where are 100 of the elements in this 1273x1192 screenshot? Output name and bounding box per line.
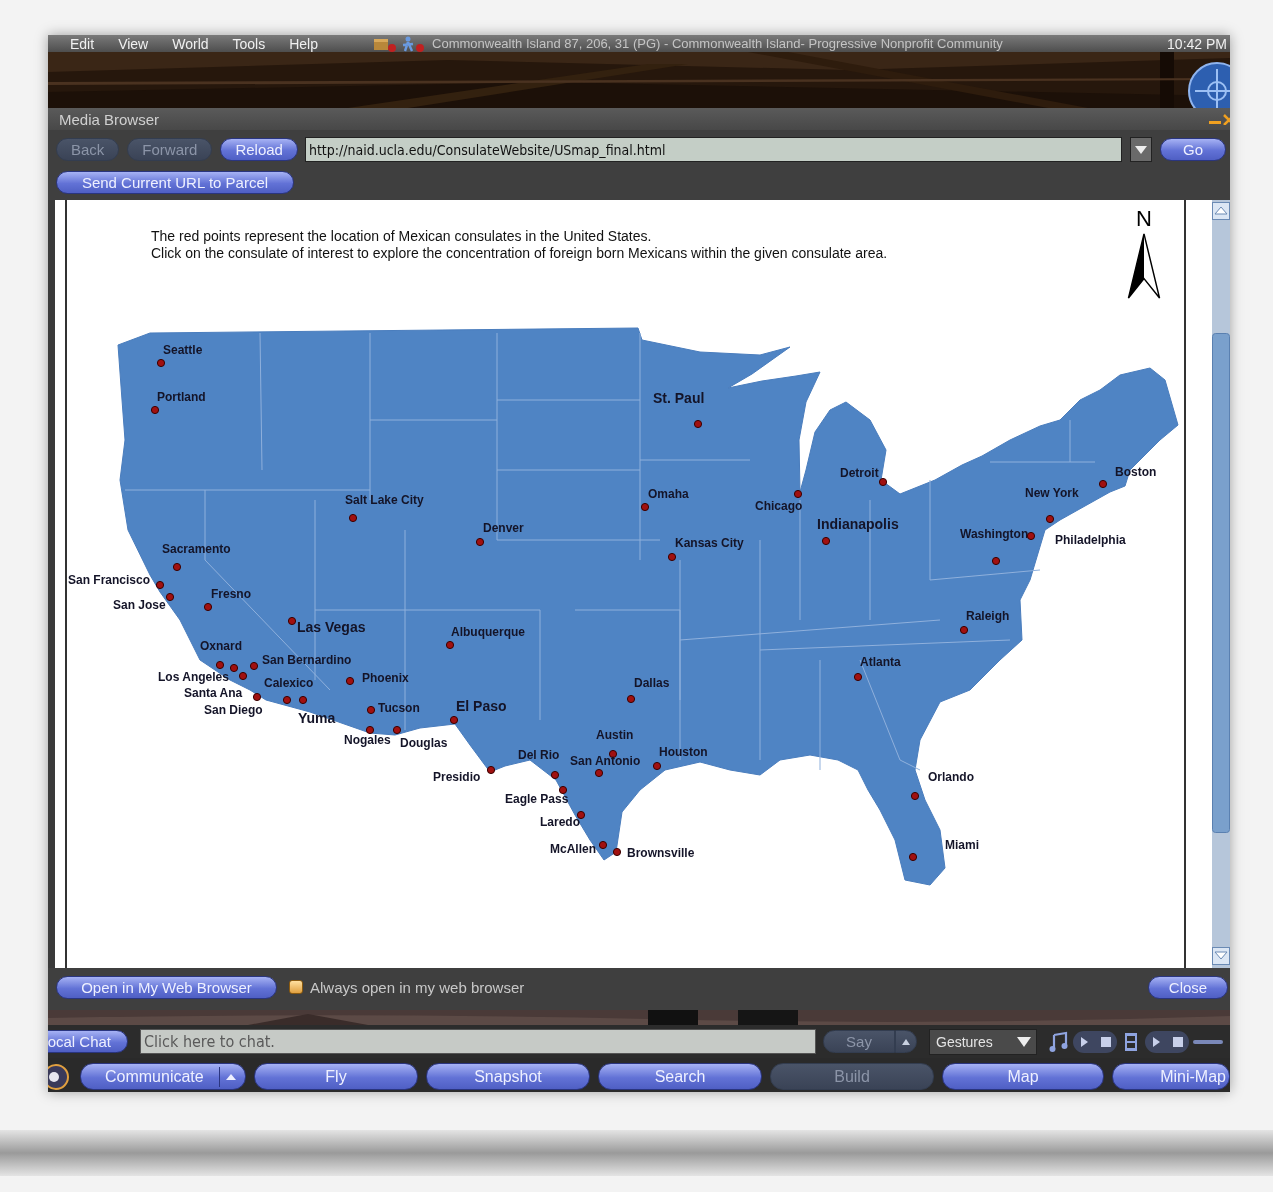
url-field[interactable]: http://naid.ucla.edu/ConsulateWebsite/USmap_final.html <box>304 137 1122 162</box>
volume-track[interactable] <box>1193 1038 1223 1045</box>
consulate-dot[interactable] <box>550 770 560 780</box>
dropdown-button[interactable] <box>1130 137 1152 162</box>
city-label: San Antonio <box>570 754 641 769</box>
city-label: El Paso <box>456 697 507 714</box>
consulate-dot[interactable] <box>203 602 213 612</box>
consulate-dot[interactable] <box>853 672 863 682</box>
consulate-dot[interactable] <box>150 405 160 415</box>
city-label: Orlando <box>928 770 974 785</box>
consulate-dot[interactable] <box>821 536 831 546</box>
city-label: Calexico <box>264 676 314 691</box>
menu-item[interactable]: Help <box>289 35 318 52</box>
consulate-dot[interactable] <box>287 616 297 626</box>
consulate-dot[interactable] <box>282 695 292 705</box>
city-label: Omaha <box>648 487 689 502</box>
open-browser-button[interactable]: Open in My Web Browser <box>56 975 277 999</box>
toolbar-button[interactable]: Snapshot <box>426 1063 590 1090</box>
stop-button[interactable] <box>1095 1030 1117 1053</box>
music-note-icon[interactable] <box>1049 1030 1069 1053</box>
consulate-dot[interactable] <box>1098 479 1108 489</box>
city-label: Austin <box>596 728 634 743</box>
consulate-dot[interactable] <box>626 694 636 704</box>
consulate-dot[interactable] <box>229 663 239 673</box>
compass-icon[interactable] <box>1187 61 1230 108</box>
close-button[interactable]: Close <box>1148 975 1228 999</box>
consulate-dot[interactable] <box>249 661 259 671</box>
consulate-dot[interactable] <box>486 765 496 775</box>
go-button[interactable]: Go <box>1160 138 1226 161</box>
consulate-dot[interactable] <box>693 419 703 429</box>
consulate-dot[interactable] <box>652 761 662 771</box>
city-label: Seattle <box>163 343 203 358</box>
chat-field[interactable]: Click here to chat. <box>140 1029 816 1054</box>
toolbar-button[interactable]: Fly <box>254 1063 418 1090</box>
scroll-thumb[interactable] <box>1212 333 1230 833</box>
consulate-dot[interactable] <box>878 477 888 487</box>
consulate-dot[interactable] <box>598 840 608 850</box>
menu-item[interactable]: World <box>172 35 209 52</box>
toolbar-button[interactable]: Mini-Map <box>1112 1063 1230 1090</box>
consulate-dot[interactable] <box>612 847 622 857</box>
city-label: Raleigh <box>966 609 1010 624</box>
city-label: Houston <box>659 745 708 760</box>
city-label: Chicago <box>755 499 803 514</box>
consulate-dot[interactable] <box>558 785 568 795</box>
chat-channel-button[interactable]: ocal Chat <box>48 1030 128 1053</box>
send-url-button[interactable]: Send Current URL to Parcel <box>56 171 294 194</box>
toolbar-button[interactable]: Map <box>942 1063 1104 1090</box>
reload-button[interactable]: Reload <box>220 138 298 161</box>
consulate-dot[interactable] <box>298 695 308 705</box>
consulate-dot[interactable] <box>640 502 650 512</box>
toolbar-button[interactable]: Communicate <box>80 1063 246 1090</box>
menu-item[interactable]: Edit <box>70 35 95 52</box>
caret-up-button[interactable] <box>895 1030 917 1053</box>
consulate-dot[interactable] <box>155 580 165 590</box>
consulate-dot[interactable] <box>910 791 920 801</box>
city-label: Detroit <box>840 466 879 481</box>
city-label: Miami <box>945 838 979 853</box>
consulate-dot[interactable] <box>366 705 376 715</box>
city-label: Philadelphia <box>1055 533 1126 548</box>
consulate-dot[interactable] <box>215 660 225 670</box>
consulate-dot[interactable] <box>475 537 485 547</box>
stop-button[interactable] <box>1167 1030 1189 1053</box>
gestures-dropdown[interactable]: Gestures <box>929 1028 1037 1055</box>
consulate-dot[interactable] <box>449 715 459 725</box>
city-label: Santa Ana <box>184 686 243 701</box>
caret-icon <box>901 1037 911 1046</box>
consulate-dot[interactable] <box>959 625 969 635</box>
scrollbar[interactable] <box>1212 200 1230 968</box>
consulate-dot[interactable] <box>1026 531 1036 541</box>
play-button[interactable] <box>1073 1030 1095 1053</box>
consulate-dot[interactable] <box>991 556 1001 566</box>
city-label: McAllen <box>550 842 596 857</box>
scroll-up-button[interactable] <box>1212 200 1230 220</box>
toolbar-button[interactable]: Search <box>598 1063 762 1090</box>
figure-icon[interactable] <box>400 35 426 52</box>
consulate-dot[interactable] <box>348 513 358 523</box>
consulate-dot[interactable] <box>252 692 262 702</box>
play-button[interactable] <box>1145 1030 1167 1053</box>
consulate-dot[interactable] <box>908 852 918 862</box>
city-label: Laredo <box>540 815 580 830</box>
consulate-dot[interactable] <box>445 640 455 650</box>
consulate-dot[interactable] <box>793 489 803 499</box>
consulate-dot[interactable] <box>172 562 182 572</box>
close-icon[interactable] <box>1222 113 1230 125</box>
scroll-down-button[interactable] <box>1212 946 1230 968</box>
consulate-dot[interactable] <box>594 768 604 778</box>
checkbox[interactable] <box>289 980 303 994</box>
menu-item[interactable]: View <box>118 35 149 52</box>
checkbox-label: Always open in my web browser <box>310 978 526 996</box>
city-label: San Diego <box>204 703 263 718</box>
consulate-dot[interactable] <box>667 552 677 562</box>
consulate-dot[interactable] <box>365 725 375 735</box>
menu-item[interactable]: Tools <box>232 35 266 52</box>
consulate-dot[interactable] <box>156 358 166 368</box>
consulate-dot[interactable] <box>1045 514 1055 524</box>
consulate-dot[interactable] <box>238 671 248 681</box>
city-label: Nogales <box>344 733 391 748</box>
consulate-dot[interactable] <box>345 676 355 686</box>
consulate-dot[interactable] <box>165 592 175 602</box>
consulate-dot[interactable] <box>392 725 402 735</box>
